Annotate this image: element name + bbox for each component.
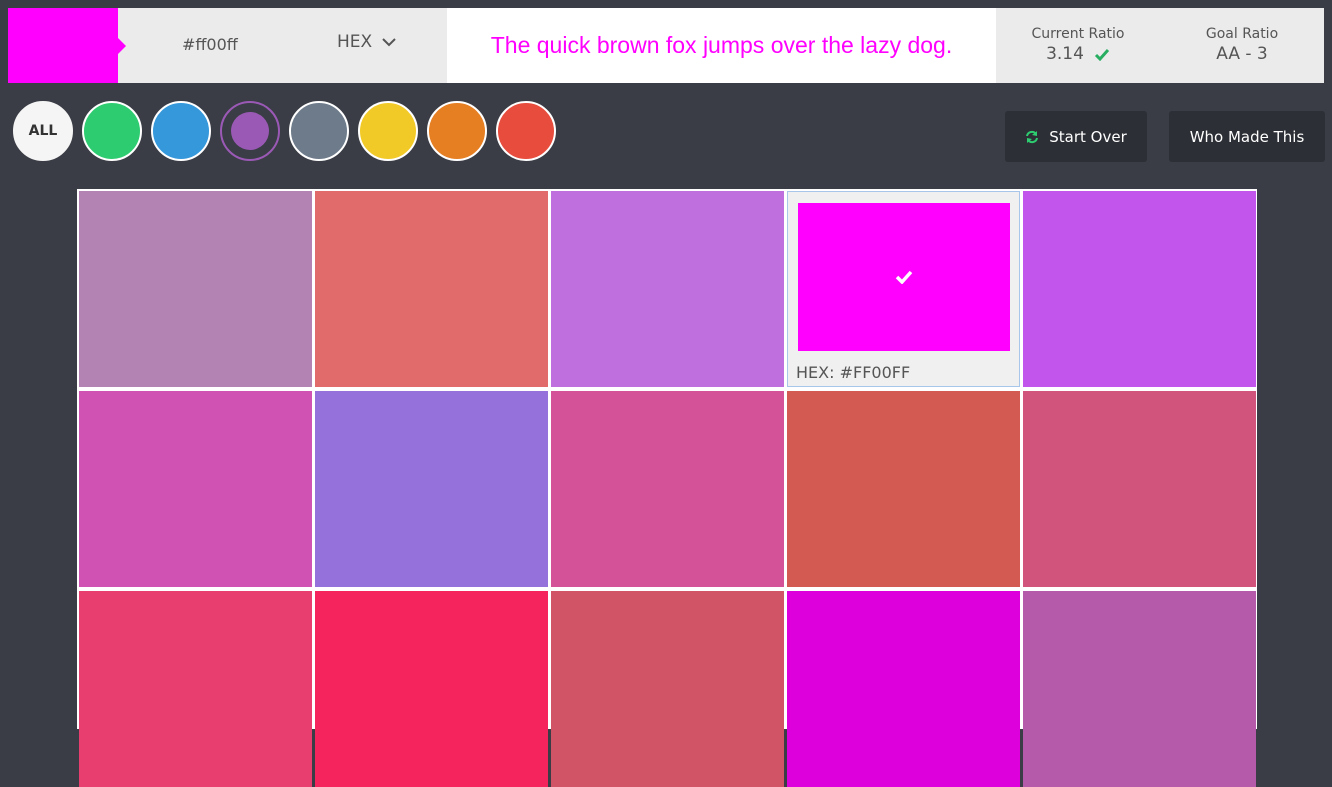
color-tile[interactable] <box>79 191 312 387</box>
goal-ratio-label: Goal Ratio <box>1205 26 1279 42</box>
check-icon <box>895 270 913 284</box>
color-filters: ALL <box>13 101 556 161</box>
color-tile[interactable] <box>551 591 784 787</box>
format-select-label: HEX <box>337 32 373 52</box>
filter-purple-dot <box>231 112 269 150</box>
goal-ratio-value[interactable]: AA - 3 <box>1216 44 1268 64</box>
start-over-button[interactable]: Start Over <box>1005 111 1147 162</box>
color-tile[interactable] <box>315 391 548 587</box>
who-made-this-button[interactable]: Who Made This <box>1169 111 1325 162</box>
sample-text: The quick brown fox jumps over the lazy … <box>447 8 996 83</box>
goal-ratio: Goal Ratio AA - 3 <box>1188 26 1296 64</box>
color-tile[interactable] <box>1023 391 1256 587</box>
filter-purple-button[interactable] <box>220 101 280 161</box>
selected-color-caption: HEX: #FF00FF <box>796 363 911 382</box>
current-ratio: Current Ratio 3.14 <box>1022 26 1134 64</box>
color-tile[interactable] <box>787 391 1020 587</box>
swatch-pointer <box>118 38 126 54</box>
filter-gray-button[interactable] <box>289 101 349 161</box>
filter-orange-button[interactable] <box>427 101 487 161</box>
filter-red-button[interactable] <box>496 101 556 161</box>
check-icon <box>1094 48 1110 61</box>
hex-value-field[interactable]: #ff00ff <box>182 35 238 54</box>
current-ratio-label: Current Ratio <box>1031 26 1125 42</box>
color-tile[interactable] <box>1023 591 1256 787</box>
color-tile[interactable] <box>315 191 548 387</box>
color-tile[interactable] <box>787 591 1020 787</box>
color-grid: HEX: #FF00FF <box>77 189 1257 787</box>
filter-blue-button[interactable] <box>151 101 211 161</box>
current-color-swatch <box>8 8 126 83</box>
color-tile[interactable] <box>315 591 548 787</box>
color-tile[interactable] <box>551 391 784 587</box>
color-tile[interactable] <box>79 591 312 787</box>
chevron-down-icon <box>382 37 396 46</box>
filter-green-button[interactable] <box>82 101 142 161</box>
format-select[interactable]: HEX <box>337 32 396 52</box>
color-tile[interactable] <box>551 191 784 387</box>
selected-color-preview <box>798 203 1010 351</box>
color-tile[interactable] <box>79 391 312 587</box>
header-bar: #ff00ff HEX The quick brown fox jumps ov… <box>8 8 1324 83</box>
start-over-label: Start Over <box>1049 127 1127 146</box>
filter-yellow-button[interactable] <box>358 101 418 161</box>
filter-all-button[interactable]: ALL <box>13 101 73 161</box>
current-ratio-value: 3.14 <box>1046 44 1084 64</box>
refresh-icon <box>1026 130 1039 143</box>
color-tile-selected[interactable]: HEX: #FF00FF <box>787 191 1020 387</box>
color-tile[interactable] <box>1023 191 1256 387</box>
